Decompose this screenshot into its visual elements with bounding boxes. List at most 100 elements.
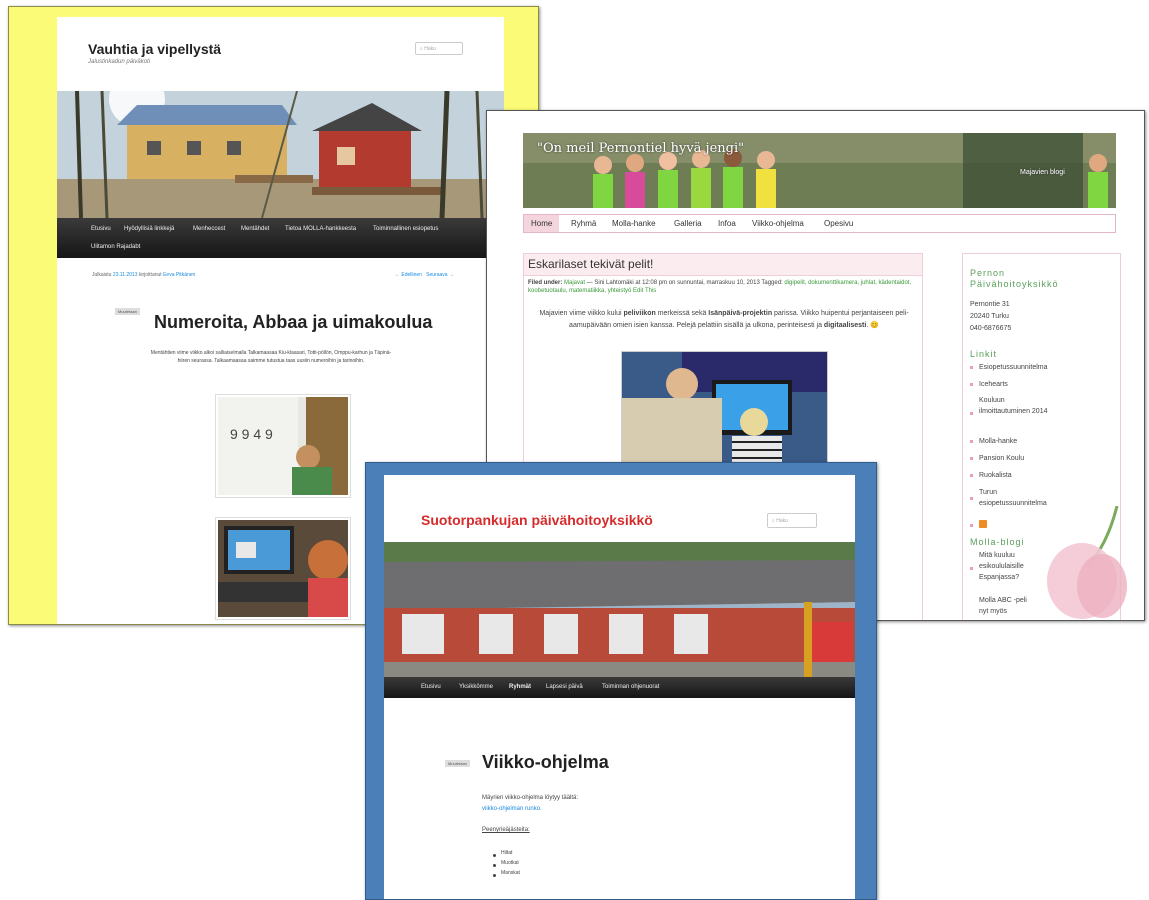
link-esiopetussuunnitelma[interactable]: Esiopetussuunnitelma — [979, 362, 1074, 373]
header-photo-playground — [57, 91, 504, 218]
header-image — [384, 542, 855, 677]
post-image-whiteboard[interactable]: 9 9 4 9 — [215, 394, 351, 498]
search-input[interactable]: ⌕ Haku — [767, 513, 817, 528]
bullet-icon — [970, 524, 973, 527]
post-meta: Julkaistu 23.11.2013 kirjoittanut Eeva P… — [92, 272, 195, 278]
menu-item-ryhma[interactable]: Ryhmä — [571, 215, 596, 232]
post-title[interactable]: Numeroita, Abbaa ja uimakoulua — [154, 312, 432, 333]
menu-item-opesivu[interactable]: Opesivu — [824, 215, 853, 232]
photo-father-and-child-computer — [622, 352, 827, 472]
list-item: Manskat — [501, 870, 520, 876]
menu-item-infoa[interactable]: Infoa — [718, 215, 736, 232]
bullet-icon — [493, 854, 496, 857]
post-title[interactable]: Viikko-ohjelma — [482, 752, 609, 773]
filed-under-label: Filed under: — [528, 280, 563, 286]
site-tagline: Jalustinkadun päiväkoti — [88, 59, 151, 65]
bullet-icon — [970, 366, 973, 369]
site-title[interactable]: Vauhtia ja vipellystä — [88, 41, 221, 57]
sidebar-heading-unit: Pernon Päivähoitoyksikkö — [970, 268, 1059, 289]
category-link[interactable]: Majavat — [564, 280, 585, 286]
header-image — [57, 91, 504, 218]
post-image-computer[interactable] — [215, 517, 351, 620]
nav-item-yksikkomme[interactable]: Yksikkömme — [459, 684, 493, 690]
blog-post-link[interactable]: Mitä kuuluu esikoululaisille Espanjassa? — [979, 550, 1044, 583]
nav-item-tietoa-molla[interactable]: Tietoa MOLLA-hankkeesta — [285, 226, 356, 232]
bullet-icon — [970, 474, 973, 477]
post-photo-father-child[interactable] — [621, 351, 828, 473]
phone-number: 040-6876675 — [970, 325, 1012, 332]
main-navigation: Etusivu Hyödyllisiä linkkejä Menheccest … — [57, 218, 504, 258]
post-author-link[interactable]: Eeva Pitkänen — [163, 272, 195, 278]
nav-item-ryhmat[interactable]: Ryhmät — [509, 684, 531, 690]
post-date-link[interactable]: 23.11.2013 — [113, 272, 138, 278]
banner-title: "On meil Pernontiel hyvä jengi" — [537, 141, 745, 156]
nav-item-etusivu[interactable]: Etusivu — [91, 226, 111, 232]
nav-item-mentahdet[interactable]: Mentähdet — [241, 226, 269, 232]
search-placeholder: Haku — [424, 46, 436, 52]
nav-item-menheccest[interactable]: Menheccest — [193, 226, 225, 232]
menu-item-galleria[interactable]: Galleria — [674, 215, 702, 232]
bullet-icon — [493, 874, 496, 877]
sidebar-heading-molla-blogi: Molla-blogi — [970, 537, 1025, 547]
main-navigation: Etusivu Yksikkömme Ryhmät Lapsesi päivä … — [384, 677, 855, 698]
bullet-icon — [970, 457, 973, 460]
bullet-icon — [970, 412, 973, 415]
text-segment: merkeissä sekä — [655, 310, 709, 317]
bullet-icon — [970, 383, 973, 386]
sidebar-heading-links: Linkit — [970, 349, 998, 359]
nav-item-toiminnallinen-esiopetus[interactable]: Toiminnallinen esiopetus — [373, 226, 438, 232]
post-navigation: ← Edellinen Seuraava → — [395, 272, 454, 278]
menu-item-home[interactable]: Home — [524, 215, 560, 232]
list-item: Hiltat — [501, 850, 513, 856]
list-item: Muotkat — [501, 860, 519, 866]
post-text: Majavien viime viikko kului peliviikon m… — [532, 308, 916, 332]
blog-post-link[interactable]: Molla ABC -peli nyt myös — [979, 595, 1034, 617]
nav-item-hyodyllisia-linkkeja[interactable]: Hyödyllisiä linkkejä — [124, 226, 174, 232]
page-container: Suotorpankujan päivähoitoyksikkö ⌕ Haku … — [384, 475, 855, 899]
main-menu: Home Ryhmä Molla-hanke Galleria Infoa Vi… — [523, 214, 1116, 233]
nav-item-toiminnan-ohjenuorat[interactable]: Toiminnan ohjenuorat — [602, 684, 659, 690]
weekly-schedule-link[interactable]: viikko-ohjelman runko. — [482, 806, 542, 812]
bullet-icon — [970, 497, 973, 500]
text-bold: peliviikon — [623, 310, 656, 317]
banner-blog-name[interactable]: Majavien blogi — [1020, 169, 1065, 176]
address-street: Pernontie 31 — [970, 301, 1010, 308]
link-kouluun-ilmoittautuminen[interactable]: Kouluun ilmoittautuminen 2014 — [979, 395, 1049, 417]
post-title-bar: Eskarilaset tekivät pelit! — [524, 254, 922, 276]
photo-whiteboard-numbers: 9 9 4 9 — [218, 397, 348, 495]
bullet-icon — [970, 440, 973, 443]
tulip-decoration-icon — [1047, 506, 1127, 619]
nav-item-lapsesi-paiva[interactable]: Lapsesi päivä — [546, 684, 583, 690]
category-badge[interactable]: Muutetaan — [445, 760, 470, 767]
previous-post-link[interactable]: ← Edellinen — [395, 272, 422, 278]
link-ruokalista[interactable]: Ruokalista — [979, 470, 1074, 481]
photo-child-at-computer — [218, 520, 348, 617]
post-filed-info: Filed under: Majavat — Sini Lahtomäki at… — [528, 279, 918, 295]
next-post-link[interactable]: Seuraava → — [426, 272, 454, 278]
post-title[interactable]: Eskarilaset tekivät pelit! — [528, 257, 653, 271]
meta-by: kirjoittanut — [138, 272, 162, 278]
text-segment: Majavien viime viikko kului — [539, 310, 624, 317]
text-bold: Isänpäivä-projektin — [708, 310, 773, 317]
search-input[interactable]: ⌕ Haku — [415, 42, 463, 55]
post-text-line: Mäyrien viikko-ohjelma löytyy täältä: — [482, 795, 579, 801]
link-molla-hanke[interactable]: Molla-hanke — [979, 436, 1074, 447]
nav-item-ulitamon-rajadabt[interactable]: Ulitamon Rajadabt — [91, 244, 140, 250]
post-author-date: — Sini Lahtomäki at 12:08 pm on sunnunta… — [586, 280, 783, 286]
bullet-icon — [493, 864, 496, 867]
rss-icon[interactable] — [979, 520, 987, 528]
link-icehearts[interactable]: Icehearts — [979, 379, 1074, 390]
link-pansion-koulu[interactable]: Pansion Koulu — [979, 453, 1074, 464]
menu-item-molla-hanke[interactable]: Molla-hanke — [612, 215, 656, 232]
link-turun-esiopetussuunnitelma[interactable]: Turun esiopetussuunnitelma — [979, 487, 1054, 509]
header-photo-building — [384, 542, 855, 677]
meta-prefix: Julkaistu — [92, 272, 112, 278]
post-body: Mentähtien viime viikko alkoi salliaisel… — [150, 350, 392, 364]
category-badge[interactable]: Muutetaan — [115, 308, 140, 315]
nav-item-etusivu[interactable]: Etusivu — [421, 684, 441, 690]
menu-item-viikko-ohjelma[interactable]: Viikko-ohjelma — [752, 215, 804, 232]
site-title[interactable]: Suotorpankujan päivähoitoyksikkö — [421, 512, 653, 528]
header-banner: "On meil Pernontiel hyvä jengi" Majavien… — [523, 133, 1116, 208]
post-subheading: Peenyrieäjästeita: — [482, 827, 530, 833]
search-placeholder: Haku — [776, 518, 788, 524]
